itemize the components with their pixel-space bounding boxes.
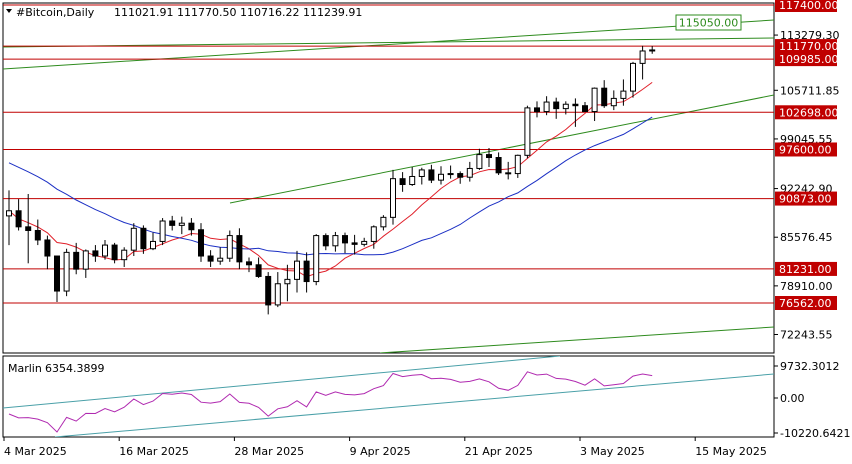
trading-chart[interactable]: 115050.00 #Bitcoin,Daily 111021.91 11177…: [0, 0, 852, 464]
level-tag-label: 117400.00: [779, 0, 839, 12]
time-tick-label: 28 Mar 2025: [234, 445, 304, 458]
main-price-panel[interactable]: [2, 2, 775, 354]
price-tick-label: 105711.85: [780, 84, 840, 97]
level-tag-label: 90873.00: [779, 193, 832, 206]
symbol-label: #Bitcoin,Daily: [16, 6, 95, 19]
candle: [159, 218, 166, 246]
osc-tick-label: 0.00: [780, 392, 805, 405]
level-tag-label: 102698.00: [779, 106, 839, 119]
channel-label: 115050.00: [679, 17, 739, 30]
osc-tick-label: 9732.3012: [780, 360, 840, 373]
price-axis[interactable]: 113279.30105711.8599045.5592242.9085576.…: [774, 29, 840, 342]
candle: [313, 234, 320, 286]
time-tick-label: 21 Apr 2025: [465, 445, 533, 458]
chart-header: #Bitcoin,Daily 111021.91 111770.50 11071…: [6, 6, 362, 19]
level-price-tags: 117400.00 111770.00109985.00 102698.00 9760…: [775, 0, 839, 310]
candle: [524, 105, 531, 159]
ohlc-values: 111021.91 111770.50 110716.22 111239.91: [114, 6, 362, 19]
level-tag-label: 97600.00: [779, 143, 832, 156]
indicator-name: Marlin: [8, 362, 42, 375]
osc-tick-label: -10220.6421: [780, 427, 850, 440]
level-tag-label: 109985.00: [779, 53, 839, 66]
time-tick-label: 9 Apr 2025: [350, 445, 411, 458]
time-tick-label: 16 Mar 2025: [119, 445, 189, 458]
time-tick-label: 15 May 2025: [695, 445, 767, 458]
time-axis[interactable]: 4 Mar 2025 16 Mar 2025 28 Mar 2025 9 Apr 20…: [3, 437, 767, 458]
level-tag-label: 81231.00: [779, 263, 832, 276]
level-tag-label: 76562.00: [779, 297, 832, 310]
oscillator-panel[interactable]: [2, 355, 775, 438]
indicator-value: 6354.3899: [45, 362, 105, 375]
price-tick-label: 78910.00: [780, 280, 833, 293]
oscillator-header: Marlin 6354.3899: [8, 362, 105, 375]
price-tick-label: 72243.55: [780, 329, 833, 342]
candle: [63, 248, 70, 297]
candle: [226, 230, 233, 262]
level-tag-label: 111770.00: [779, 40, 839, 53]
time-tick-label: 4 Mar 2025: [4, 445, 67, 458]
oscillator-axis[interactable]: 9732.3012 0.00 -10220.6421: [774, 360, 850, 440]
time-tick-label: 3 May 2025: [580, 445, 645, 458]
price-tick-label: 85576.45: [780, 231, 833, 244]
